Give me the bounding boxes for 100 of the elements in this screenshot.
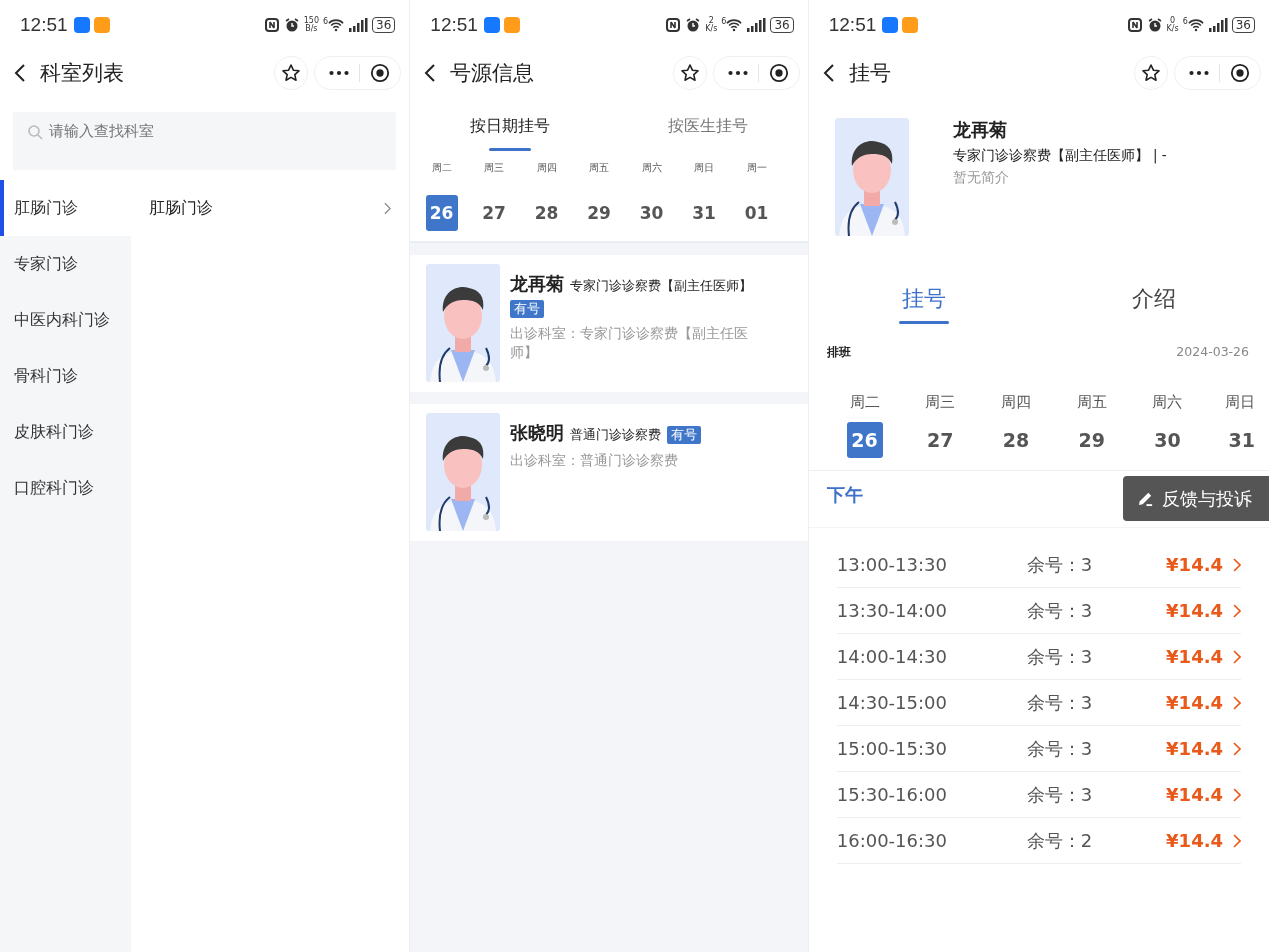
tab[interactable]: 挂号 — [808, 284, 1039, 324]
network-speed: 0 K/s — [1166, 17, 1179, 33]
alarm-clock-icon — [1146, 17, 1163, 33]
slot-price: ¥14.4 — [1166, 646, 1223, 667]
slot-price: ¥14.4 — [1166, 830, 1223, 851]
search-field[interactable]: 请输入查找科室 — [13, 112, 397, 170]
network-speed: 150 B/s — [303, 17, 319, 33]
weekday-label: 周日 — [1225, 393, 1256, 412]
weekday-label: 周六 — [1152, 393, 1183, 412]
slot-time: 16:00-16:30 — [836, 830, 948, 851]
wifi-generation-label: 6 — [1182, 17, 1188, 26]
date-item[interactable]: 28 — [530, 195, 563, 231]
star-icon — [1141, 63, 1161, 83]
slot-remaining: 余号：2 — [1026, 828, 1094, 853]
battery-level: 36 — [372, 17, 396, 33]
date-item[interactable]: 01 — [740, 195, 773, 231]
chevron-right-icon — [1233, 695, 1241, 710]
clock-time: 12:51 — [828, 14, 877, 36]
star-icon — [679, 63, 700, 83]
weekday-label: 周三 — [484, 161, 505, 175]
slot-remaining: 余号：3 — [1026, 782, 1094, 807]
department-category[interactable]: 口腔科门诊 — [0, 460, 131, 516]
time-slot-row[interactable]: 14:30-15:00 余号：3 ¥14.4 — [836, 680, 1241, 726]
wifi-icon — [1187, 17, 1204, 33]
date-item[interactable]: 27 — [478, 195, 511, 231]
app-notification-icon — [882, 17, 899, 33]
time-slot-row[interactable]: 15:30-16:00 余号：3 ¥14.4 — [836, 772, 1241, 818]
clock-time: 12:51 — [430, 14, 478, 36]
chevron-right-icon — [1233, 603, 1241, 618]
date-item[interactable]: 27 — [922, 422, 959, 458]
chevron-right-icon — [1233, 649, 1241, 664]
schedule-date: 2024-03-26 — [1176, 344, 1249, 361]
tab[interactable]: 介绍 — [1038, 284, 1269, 324]
wifi-generation-label: 6 — [721, 17, 727, 26]
nfc-icon — [1126, 17, 1143, 33]
close-miniprogram-icon[interactable] — [768, 63, 789, 83]
doctor-name: 张晓明 — [510, 421, 565, 445]
feedback-button[interactable]: 反馈与投诉 — [1122, 476, 1269, 521]
weekday-label: 周二 — [431, 161, 452, 175]
date-item[interactable]: 26 — [846, 422, 883, 458]
date-item[interactable]: 31 — [688, 195, 721, 231]
page-title: 挂号 — [848, 60, 891, 87]
chevron-right-icon — [384, 201, 392, 215]
app-notification-icon — [93, 17, 110, 33]
doctor-card[interactable]: 张晓明 普通门诊诊察费 有号 出诊科室：普通门诊诊察费 — [410, 404, 808, 541]
weekday-label: 周三 — [925, 393, 956, 412]
date-item[interactable]: 28 — [998, 422, 1034, 458]
page-title: 号源信息 — [450, 60, 535, 87]
tab[interactable]: 按日期挂号 — [410, 104, 610, 151]
doctor-card[interactable]: 龙再菊 专家门诊诊察费【副主任医师】 有号 出诊科室：专家门诊诊察费【副主任医师】 — [410, 255, 808, 392]
more-options-icon[interactable] — [727, 70, 748, 76]
slot-price: ¥14.4 — [1166, 692, 1223, 713]
doctor-name: 龙再菊 — [952, 118, 1008, 142]
department-item[interactable]: 肛肠门诊 — [131, 180, 410, 236]
date-item[interactable]: 26 — [425, 195, 458, 231]
more-options-icon[interactable] — [1189, 70, 1209, 76]
department-text: 出诊科室：专家门诊诊察费【副主任医师】 — [510, 324, 750, 362]
slot-time: 15:30-16:00 — [836, 784, 948, 805]
department-category[interactable]: 皮肤科门诊 — [0, 404, 131, 460]
app-notification-icon — [73, 17, 90, 33]
nfc-icon — [263, 17, 280, 33]
slot-remaining: 余号：3 — [1026, 644, 1094, 669]
department-category[interactable]: 专家门诊 — [0, 236, 131, 292]
time-slot-row[interactable]: 16:00-16:30 余号：2 ¥14.4 — [836, 818, 1241, 864]
weekday-label: 周二 — [849, 393, 880, 412]
weekday-label: 周四 — [1001, 393, 1031, 412]
availability-tag: 有号 — [510, 300, 545, 318]
signal-icon — [746, 18, 767, 32]
time-slot-row[interactable]: 14:00-14:30 余号：3 ¥14.4 — [836, 634, 1241, 680]
time-slot-row[interactable]: 13:00-13:30 余号：3 ¥14.4 — [836, 542, 1241, 588]
more-options-icon[interactable] — [329, 70, 350, 76]
weekday-label: 周五 — [589, 161, 610, 175]
time-slot-row[interactable]: 13:30-14:00 余号：3 ¥14.4 — [836, 588, 1241, 634]
wifi-generation-label: 6 — [323, 17, 329, 26]
app-notification-icon — [483, 17, 500, 33]
chevron-right-icon — [1233, 833, 1241, 848]
app-notification-icon — [902, 17, 919, 33]
fee-type: 普通门诊诊察费 — [570, 426, 662, 444]
date-item[interactable]: 30 — [635, 195, 668, 231]
clock-time: 12:51 — [20, 14, 68, 36]
date-item[interactable]: 29 — [1073, 422, 1110, 458]
slot-price: ¥14.4 — [1166, 738, 1223, 759]
time-slot-row[interactable]: 15:00-15:30 余号：3 ¥14.4 — [836, 726, 1241, 772]
battery-level: 36 — [1231, 17, 1255, 33]
availability-tag: 有号 — [667, 426, 702, 444]
close-miniprogram-icon[interactable] — [370, 63, 391, 83]
department-category[interactable]: 肛肠门诊 — [0, 180, 131, 236]
date-item[interactable]: 29 — [583, 195, 616, 231]
doctor-intro: 暂无简介 — [952, 169, 1010, 187]
close-miniprogram-icon[interactable] — [1230, 63, 1250, 83]
chevron-right-icon — [1233, 741, 1241, 756]
slot-price: ¥14.4 — [1166, 600, 1223, 621]
department-category[interactable]: 骨科门诊 — [0, 348, 131, 404]
signal-icon — [348, 18, 369, 32]
date-item[interactable]: 31 — [1228, 422, 1256, 458]
nfc-icon — [665, 17, 682, 33]
weekday-label: 周一 — [746, 161, 767, 175]
date-item[interactable]: 30 — [1149, 422, 1186, 458]
department-category[interactable]: 中医内科门诊 — [0, 292, 131, 348]
tab[interactable]: 按医生挂号 — [609, 104, 808, 151]
